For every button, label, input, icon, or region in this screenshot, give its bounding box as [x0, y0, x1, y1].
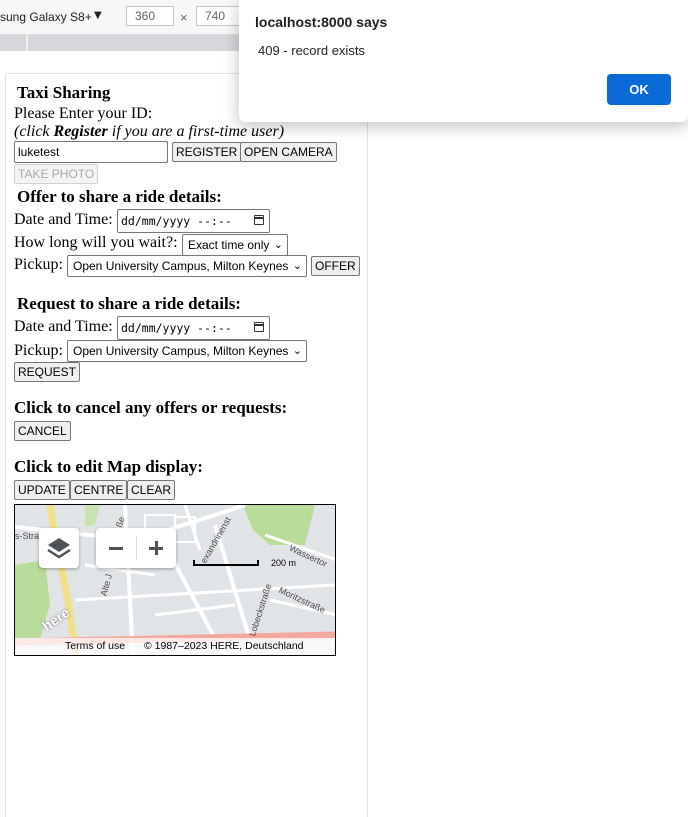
id-prompt: Please Enter your ID:: [14, 105, 153, 122]
scale-bar: [193, 560, 259, 566]
hint-bold: Register: [53, 123, 108, 140]
chevron-down-icon[interactable]: ▼: [94, 10, 102, 21]
layers-button[interactable]: [39, 528, 79, 568]
take-photo-button[interactable]: TAKE PHOTO: [14, 164, 99, 184]
chevron-down-icon: ⌄: [292, 344, 302, 357]
copyright-text: © 1987–2023 HERE, Deutschland: [144, 640, 304, 652]
layers-icon: [47, 538, 71, 559]
offer-pickup-label: Pickup:: [14, 256, 63, 273]
dimension-separator: ×: [180, 10, 188, 25]
request-pickup-value: Open University Campus, Milton Keynes: [73, 344, 289, 358]
register-hint: (click Register if you are a first-time …: [14, 123, 284, 141]
device-selector[interactable]: sung Galaxy S8+: [0, 10, 92, 24]
update-button[interactable]: UPDATE: [14, 480, 70, 500]
map-heading: Click to edit Map display:: [14, 457, 203, 476]
request-pickup-select[interactable]: Open University Campus, Milton Keynes ⌄: [67, 340, 307, 362]
width-input[interactable]: 360: [126, 6, 174, 26]
alert-dialog: localhost:8000 says 409 - record exists …: [239, 0, 688, 122]
chevron-down-icon: ⌄: [292, 259, 302, 272]
wait-select-value: Exact time only: [188, 238, 270, 252]
centre-button[interactable]: CENTRE: [70, 480, 128, 500]
request-datetime-placeholder: dd/mm/yyyy --:--: [121, 321, 232, 335]
ok-button[interactable]: OK: [607, 74, 671, 105]
wait-select[interactable]: Exact time only ⌄: [182, 234, 288, 256]
open-camera-button[interactable]: OPEN CAMERA: [240, 142, 337, 162]
app-title: Taxi Sharing: [17, 83, 111, 102]
dialog-title: localhost:8000 says: [255, 14, 388, 30]
request-date-label: Date and Time:: [14, 318, 113, 335]
calendar-icon[interactable]: [254, 215, 264, 225]
street-label: s-Stra: [15, 531, 40, 541]
ruler-bar: [0, 35, 242, 51]
offer-date-label: Date and Time:: [14, 211, 113, 228]
hint-suffix: if you are a first-time user): [107, 123, 285, 140]
request-datetime-input[interactable]: dd/mm/yyyy --:--: [117, 316, 270, 340]
offer-datetime-placeholder: dd/mm/yyyy --:--: [121, 214, 232, 228]
height-input[interactable]: 740: [196, 6, 244, 26]
zoom-out-button[interactable]: [96, 528, 136, 568]
plus-icon-vertical: [155, 541, 158, 555]
offer-pickup-select[interactable]: Open University Campus, Milton Keynes ⌄: [67, 255, 307, 277]
map-attribution: Terms of use © 1987–2023 HERE, Deutschla…: [15, 638, 335, 655]
offer-pickup-value: Open University Campus, Milton Keynes: [73, 259, 289, 273]
scale-label: 200 m: [271, 558, 297, 568]
offer-button[interactable]: OFFER: [311, 256, 360, 276]
request-pickup-label: Pickup:: [14, 342, 63, 359]
zoom-controls: [96, 528, 176, 568]
cancel-heading: Click to cancel any offers or requests:: [14, 398, 288, 417]
calendar-icon[interactable]: [254, 322, 264, 332]
minus-icon: [109, 547, 123, 550]
hint-prefix: (click: [14, 123, 54, 140]
wait-label: How long will you wait?:: [14, 234, 178, 251]
device-viewport: [5, 73, 368, 817]
offer-datetime-input[interactable]: dd/mm/yyyy --:--: [117, 209, 270, 233]
chevron-down-icon: ⌄: [273, 238, 283, 251]
register-button[interactable]: REGISTER: [172, 142, 242, 162]
clear-button[interactable]: CLEAR: [127, 480, 176, 500]
ruler-tick: [26, 35, 28, 51]
cancel-button[interactable]: CANCEL: [14, 421, 71, 441]
id-input[interactable]: luketest: [14, 141, 168, 163]
request-heading: Request to share a ride details:: [17, 294, 241, 313]
offer-heading: Offer to share a ride details:: [17, 187, 222, 206]
zoom-in-button[interactable]: [136, 528, 176, 568]
request-button[interactable]: REQUEST: [14, 362, 81, 382]
dialog-message: 409 - record exists: [258, 43, 365, 58]
terms-link[interactable]: Terms of use: [65, 640, 125, 652]
map-view[interactable]: s-Stra Alte J ße exandrinenst Wassertor …: [14, 504, 336, 656]
